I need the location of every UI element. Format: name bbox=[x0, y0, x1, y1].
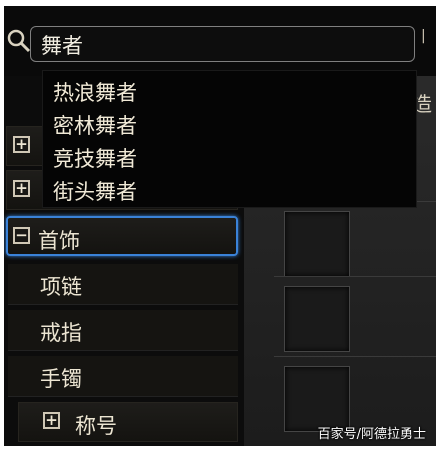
subcategory-ring[interactable]: 戒指 bbox=[8, 310, 238, 351]
subcategory-label: 戒指 bbox=[40, 321, 82, 345]
plus-box-icon[interactable]: + bbox=[13, 180, 30, 197]
item-slot[interactable] bbox=[284, 286, 350, 352]
subcategory-necklace[interactable]: 项链 bbox=[8, 264, 238, 305]
scrollbar-handle[interactable]: | bbox=[421, 28, 433, 58]
item-slot[interactable] bbox=[284, 211, 350, 277]
plus-box-icon[interactable]: + bbox=[43, 412, 60, 429]
suggestion-item[interactable]: 密林舞者 bbox=[53, 110, 137, 140]
minus-box-icon[interactable]: − bbox=[13, 227, 30, 244]
subcategory-label: 项链 bbox=[40, 275, 82, 299]
search-field[interactable] bbox=[30, 26, 415, 62]
grid-divider bbox=[274, 356, 436, 357]
category-label: 称号 bbox=[75, 414, 117, 438]
search-suggestions-dropdown: 热浪舞者 密林舞者 竞技舞者 街头舞者 bbox=[42, 70, 417, 208]
category-row-title[interactable]: + 称号 bbox=[18, 402, 238, 442]
watermark: 百家号/阿德拉勇士 bbox=[317, 427, 426, 442]
category-label: 首饰 bbox=[38, 229, 80, 253]
plus-box-icon[interactable]: + bbox=[13, 136, 30, 153]
category-row-jewelry[interactable]: − 首饰 bbox=[6, 216, 238, 256]
game-window: | 造 + + − 首饰 项链 戒指 手镯 + bbox=[4, 6, 436, 446]
grid-divider bbox=[274, 276, 436, 277]
subcategory-label: 手镯 bbox=[40, 367, 82, 391]
suggestion-item[interactable]: 街头舞者 bbox=[53, 176, 137, 206]
suggestion-item[interactable]: 竞技舞者 bbox=[53, 143, 137, 173]
subcategory-bracelet[interactable]: 手镯 bbox=[8, 356, 238, 397]
search-input[interactable] bbox=[39, 29, 403, 61]
search-bar: | bbox=[4, 6, 436, 76]
search-icon[interactable] bbox=[6, 28, 32, 54]
suggestion-item[interactable]: 热浪舞者 bbox=[53, 77, 137, 107]
